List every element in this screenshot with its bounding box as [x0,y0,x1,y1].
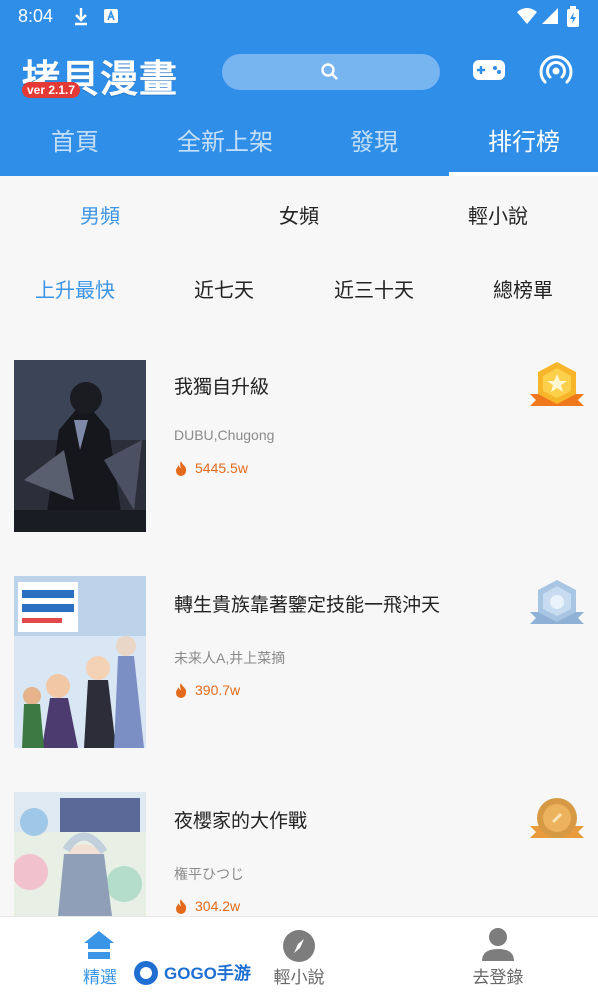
heat-count: 304.2w [174,898,240,914]
signal-icon [540,6,560,30]
bottom-nav-light-novel[interactable]: 輕小說 [239,917,359,999]
category-tab-female[interactable]: 女頻 [249,200,349,229]
heat-value: 390.7w [195,682,241,698]
version-badge: ver 2.1.7 [22,82,81,98]
download-icon [72,6,90,30]
heat-value: 5445.5w [195,460,248,476]
period-tab-30-days[interactable]: 近三十天 [314,274,434,303]
period-tab-all-time[interactable]: 總榜單 [463,274,583,303]
status-time: 8:04 [18,6,54,26]
comic-title: 我獨自升級 [174,376,270,398]
tab-label: 首頁 [51,128,99,156]
watermark-text: GOGO手游网 [164,963,252,983]
category-label: 男頻 [80,204,120,228]
wifi-icon [516,6,538,30]
flame-icon [176,461,187,476]
period-tab-7-days[interactable]: 近七天 [164,274,284,303]
comic-title: 轉生貴族靠著鑒定技能一飛沖天 [174,594,441,616]
tab-discover[interactable]: 發現 [299,118,449,176]
compass-icon [283,930,315,962]
period-label: 近七天 [194,278,254,302]
comic-cover[interactable] [14,360,146,532]
gamepad-icon[interactable] [472,58,506,86]
category-label: 輕小說 [468,204,528,228]
tab-rankings[interactable]: 排行榜 [449,118,598,176]
comic-author: DUBU,Chugong [174,427,275,443]
radar-icon[interactable] [539,54,573,92]
flame-icon [176,683,187,698]
tab-label: 全新上架 [177,128,273,156]
active-tab-indicator [449,172,598,176]
app-header: 8:04 拷貝漫畫 ver 2.1.7 首頁 全新上架 發現 排行榜 [0,0,598,176]
comic-title: 夜櫻家的大作戰 [174,810,308,832]
search-icon [321,63,338,80]
period-tab-rising[interactable]: 上升最快 [15,274,135,303]
watermark-logo: GOGO手游网 [132,958,268,988]
category-label: 女頻 [279,204,319,228]
heat-count: 390.7w [174,682,240,698]
silver-medal-icon [528,578,586,632]
app-bar: 拷貝漫畫 ver 2.1.7 [0,40,598,110]
period-label: 上升最快 [35,278,115,302]
tab-label: 排行榜 [488,128,560,156]
period-label: 總榜單 [493,278,553,302]
bottom-navigation: 精選 輕小說 去登錄 [0,916,598,999]
top-tab-bar: 首頁 全新上架 發現 排行榜 [0,118,598,176]
app-notification-icon [102,6,120,30]
ranking-item[interactable]: 轉生貴族靠著鑒定技能一飛沖天 未来人A,井上菜摘 390.7w [0,576,598,766]
bottom-nav-login[interactable]: 去登錄 [438,917,558,999]
tab-new-releases[interactable]: 全新上架 [150,118,300,176]
gold-medal-icon [528,360,586,412]
comic-cover[interactable] [14,792,146,916]
heat-value: 304.2w [195,898,241,914]
bottom-nav-label: 去登錄 [472,968,524,988]
period-label: 近三十天 [334,278,414,302]
comic-cover[interactable] [14,576,146,748]
ranking-item[interactable]: 我獨自升級 DUBU,Chugong 5445.5w [0,360,598,550]
bronze-medal-icon [528,796,586,846]
category-tab-male[interactable]: 男頻 [50,200,150,229]
comic-author: 権平ひつじ [174,866,244,882]
bottom-nav-label: 輕小說 [273,968,325,988]
home-icon [84,931,114,959]
category-tab-light-novel[interactable]: 輕小說 [448,200,548,229]
tab-home[interactable]: 首頁 [0,118,150,176]
battery-icon [566,6,580,32]
status-bar: 8:04 [0,0,598,32]
heat-count: 5445.5w [174,460,248,476]
user-icon [482,928,514,961]
comic-author: 未来人A,井上菜摘 [174,650,286,666]
tab-label: 發現 [350,128,398,156]
flame-icon [176,899,187,914]
search-bar[interactable] [222,54,440,90]
